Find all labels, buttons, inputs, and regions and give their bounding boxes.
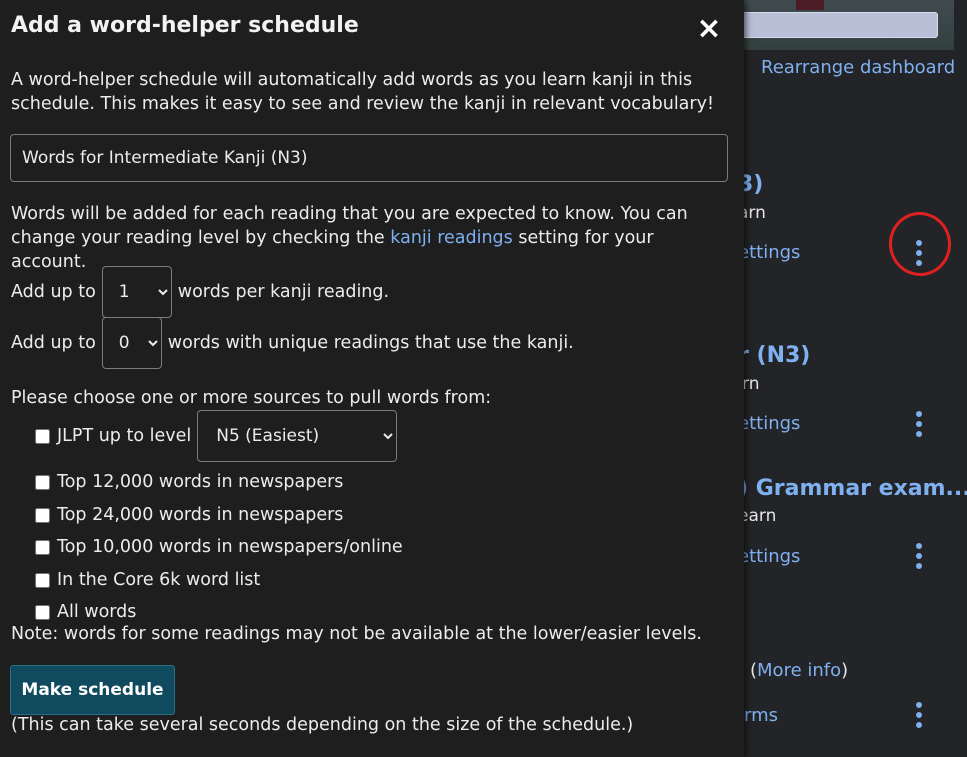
header-search-bar[interactable] bbox=[740, 12, 938, 38]
source-option[interactable]: Top 10,000 words in newspapers/online bbox=[35, 537, 403, 557]
jlpt-checkbox[interactable] bbox=[35, 428, 50, 444]
jlpt-source-row: JLPT up to level N5 (Easiest) N4 N3 N2 N… bbox=[35, 410, 398, 462]
make-schedule-button[interactable]: Make schedule bbox=[10, 665, 175, 715]
jlpt-level-select[interactable]: N5 (Easiest) N4 N3 N2 N1 (Hardest) bbox=[197, 410, 398, 462]
more-options-icon[interactable] bbox=[914, 411, 924, 437]
more-info-link[interactable]: More info bbox=[757, 660, 841, 681]
source-option[interactable]: Top 12,000 words in newspapers bbox=[35, 472, 343, 492]
source-label: Top 10,000 words in newspapers/online bbox=[57, 537, 403, 557]
source-option[interactable]: In the Core 6k word list bbox=[35, 570, 260, 590]
source-option[interactable]: Top 24,000 words in newspapers bbox=[35, 505, 343, 525]
close-icon[interactable]: × bbox=[694, 14, 724, 44]
modal-intro: A word-helper schedule will automaticall… bbox=[11, 70, 714, 114]
source-checkbox[interactable] bbox=[35, 507, 50, 523]
source-label: In the Core 6k word list bbox=[57, 570, 261, 590]
word-helper-modal: Add a word-helper schedule × A word-help… bbox=[0, 0, 744, 757]
card-settings-link[interactable]: ettings bbox=[738, 413, 800, 434]
card-subtitle: rn bbox=[742, 374, 760, 394]
annotation-circle bbox=[884, 207, 956, 281]
card-settings-link[interactable]: ettings bbox=[738, 546, 800, 567]
schedule-name-input[interactable] bbox=[10, 134, 728, 182]
header-decoration bbox=[796, 0, 824, 10]
more-options-icon[interactable] bbox=[914, 543, 924, 569]
source-checkbox[interactable] bbox=[35, 572, 50, 588]
rearrange-dashboard-link[interactable]: Rearrange dashboard bbox=[761, 57, 955, 78]
per-reading-prefix: Add up to bbox=[11, 282, 96, 302]
terms-link[interactable]: rms bbox=[744, 705, 778, 726]
source-checkbox[interactable] bbox=[35, 604, 50, 620]
source-checkbox[interactable] bbox=[35, 539, 50, 555]
per-reading-suffix: words per kanji reading. bbox=[177, 282, 390, 302]
duration-footnote: (This can take several seconds depending… bbox=[11, 715, 634, 735]
source-option[interactable]: All words bbox=[35, 602, 136, 622]
modal-title: Add a word-helper schedule bbox=[11, 13, 359, 38]
kanji-readings-link[interactable]: kanji readings bbox=[390, 228, 513, 248]
more-info-prefix: ( bbox=[750, 660, 758, 681]
reading-level-note: Words will be added for each reading tha… bbox=[11, 202, 726, 274]
more-options-icon[interactable] bbox=[914, 702, 924, 728]
per-reading-row: Add up to 1 2 3 words per kanji reading. bbox=[11, 266, 389, 318]
source-label: Top 12,000 words in newspapers bbox=[57, 472, 344, 492]
availability-note: Note: words for some readings may not be… bbox=[11, 624, 702, 644]
card-settings-link[interactable]: ettings bbox=[738, 242, 800, 263]
more-info-line: (More info) bbox=[750, 660, 848, 681]
jlpt-label: JLPT up to level bbox=[57, 426, 192, 446]
sources-label: Please choose one or more sources to pul… bbox=[11, 388, 492, 408]
unique-readings-row: Add up to 0 1 2 words with unique readin… bbox=[11, 317, 574, 369]
unique-readings-select[interactable]: 0 1 2 bbox=[101, 317, 162, 369]
more-info-suffix: ) bbox=[841, 660, 849, 681]
source-checkbox[interactable] bbox=[35, 474, 50, 490]
source-label: All words bbox=[57, 602, 137, 622]
card-title[interactable]: r (N3) bbox=[738, 343, 810, 368]
words-per-reading-select[interactable]: 1 2 3 bbox=[101, 266, 172, 318]
card-title[interactable]: ) Grammar exam... bbox=[738, 476, 967, 501]
unique-prefix: Add up to bbox=[11, 333, 96, 353]
source-label: Top 24,000 words in newspapers bbox=[57, 505, 344, 525]
unique-suffix: words with unique readings that use the … bbox=[167, 333, 574, 353]
